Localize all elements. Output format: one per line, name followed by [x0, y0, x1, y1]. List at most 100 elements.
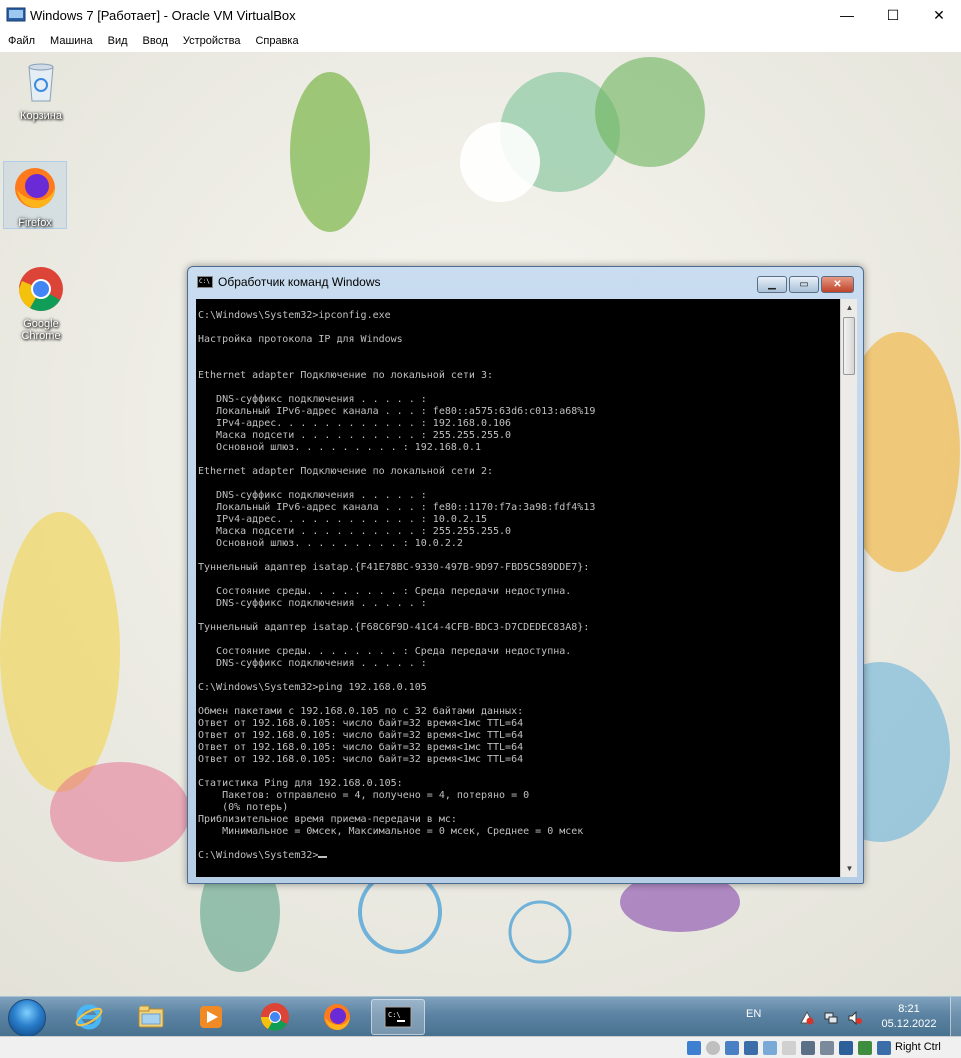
- show-desktop-button[interactable]: [950, 997, 961, 1037]
- chrome-icon: [19, 267, 63, 311]
- taskbar-firefox[interactable]: [310, 999, 364, 1035]
- console-line: Маска подсети . . . . . . . . . . : 255.…: [198, 526, 512, 537]
- cmd-window-title: Обработчик команд Windows: [218, 275, 381, 289]
- cmd-close-button[interactable]: ✕: [821, 276, 854, 293]
- language-indicator[interactable]: EN: [746, 1008, 761, 1020]
- mouse-integration-icon[interactable]: [858, 1041, 872, 1055]
- start-button[interactable]: [8, 999, 46, 1037]
- host-window-title: Windows 7 [Работает] - Oracle VM Virtual…: [30, 7, 296, 23]
- console-line: Пакетов: отправлено = 4, получено = 4, п…: [198, 790, 530, 801]
- menu-devices[interactable]: Устройства: [183, 35, 241, 47]
- desktop-icon-chrome[interactable]: Google Chrome: [9, 265, 73, 342]
- internet-explorer-icon: [75, 1004, 103, 1030]
- virtualbox-status-bar: Right Ctrl: [0, 1036, 961, 1058]
- network-icon[interactable]: [824, 1011, 838, 1025]
- scroll-up-arrow-icon[interactable]: ▲: [841, 299, 857, 316]
- guest-desktop[interactable]: Корзина Firefox Google Chrome C:\ Обрабо…: [0, 52, 961, 996]
- scroll-down-arrow-icon[interactable]: ▼: [841, 860, 857, 877]
- menu-bar: Файл Машина Вид Ввод Устройства Справка: [0, 30, 961, 52]
- cmd-window[interactable]: C:\ Обработчик команд Windows ▁ ▭ ✕ C:\W…: [187, 266, 864, 884]
- console-line: Основной шлюз. . . . . . . . . : 192.168…: [198, 442, 481, 453]
- console-line: (0% потерь): [198, 802, 289, 813]
- taskbar-clock[interactable]: 8:21 05.12.2022: [876, 1002, 942, 1032]
- console-line: Минимальное = 0мсек, Максимальное = 0 мс…: [198, 826, 584, 837]
- menu-input[interactable]: Ввод: [143, 35, 168, 47]
- taskbar-internet-explorer[interactable]: [62, 999, 116, 1035]
- console-line: IPv4-адрес. . . . . . . . . . . . : 10.0…: [198, 514, 487, 525]
- scroll-thumb[interactable]: [843, 317, 855, 375]
- console-line: Состояние среды. . . . . . . . : Среда п…: [198, 646, 572, 657]
- close-button[interactable]: ✕: [916, 0, 961, 30]
- virtualbox-icon: [6, 7, 26, 22]
- text-cursor: [318, 856, 328, 858]
- console-prompt-line: C:\Windows\System32>: [198, 850, 838, 862]
- console-line: Ответ от 192.168.0.105: число байт=32 вр…: [198, 754, 524, 765]
- action-center-icon[interactable]: [800, 1011, 814, 1025]
- desktop-icon-firefox[interactable]: Firefox: [3, 161, 67, 229]
- volume-muted-icon[interactable]: [848, 1011, 862, 1025]
- console-line: Туннельный адаптер isatap.{F41E78BC-9330…: [198, 562, 590, 573]
- taskbar-media-player[interactable]: [184, 999, 238, 1035]
- console-line: Локальный IPv6-адрес канала . . . : fe80…: [198, 406, 596, 417]
- recycle-bin-icon: [28, 63, 54, 102]
- audio-icon[interactable]: [725, 1041, 739, 1055]
- hard-disk-icon[interactable]: [687, 1041, 701, 1055]
- console-line: Маска подсети . . . . . . . . . . : 255.…: [198, 430, 512, 441]
- console-line: Локальный IPv6-адрес канала . . . : fe80…: [198, 502, 596, 513]
- console-scrollbar[interactable]: ▲ ▼: [840, 299, 857, 877]
- cmd-icon: C:\: [384, 1006, 412, 1028]
- menu-file[interactable]: Файл: [8, 35, 35, 47]
- maximize-button[interactable]: ☐: [870, 0, 916, 30]
- minimize-button[interactable]: —: [824, 0, 870, 30]
- taskbar-file-explorer[interactable]: [124, 999, 178, 1035]
- taskbar-chrome[interactable]: [248, 999, 302, 1035]
- cmd-minimize-button[interactable]: ▁: [757, 276, 787, 293]
- display-icon[interactable]: [801, 1041, 815, 1055]
- console-line: DNS-суффикс подключения . . . . . :: [198, 658, 427, 669]
- desktop-icon-recycle-bin[interactable]: Корзина: [9, 57, 73, 122]
- virtualization-icon[interactable]: [839, 1041, 853, 1055]
- media-player-icon: [200, 1006, 222, 1028]
- chrome-icon: [261, 1003, 289, 1031]
- console-line: Основной шлюз. . . . . . . . . : 10.0.2.…: [198, 538, 463, 549]
- optical-drive-icon[interactable]: [706, 1041, 720, 1055]
- menu-help[interactable]: Справка: [255, 35, 298, 47]
- host-key-label: Right Ctrl: [895, 1041, 941, 1053]
- console-line: IPv4-адрес. . . . . . . . . . . . : 192.…: [198, 418, 512, 429]
- host-titlebar: Windows 7 [Работает] - Oracle VM Virtual…: [0, 0, 961, 30]
- console-line: Ethernet adapter Подключение по локально…: [198, 466, 494, 477]
- svg-text:C:\: C:\: [388, 1011, 401, 1019]
- taskbar: C:\ EN 8:21 05.12.2022: [0, 996, 961, 1037]
- console-line: Статистика Ping для 192.168.0.105:: [198, 778, 403, 789]
- console-line: Состояние среды. . . . . . . . : Среда п…: [198, 586, 572, 597]
- menu-machine[interactable]: Машина: [50, 35, 93, 47]
- cmd-maximize-button[interactable]: ▭: [789, 276, 819, 293]
- console-line: DNS-суффикс подключения . . . . . :: [198, 598, 427, 609]
- video-capture-icon[interactable]: [820, 1041, 834, 1055]
- firefox-icon: [15, 168, 55, 208]
- network-adapter-icon[interactable]: [744, 1041, 758, 1055]
- console-area[interactable]: C:\Windows\System32>ipconfig.exe Настройк…: [196, 299, 857, 877]
- console-line: Настройка протокола IP для Windows: [198, 334, 403, 345]
- console-line: DNS-суффикс подключения . . . . . :: [198, 394, 427, 405]
- console-line: C:\Windows\System32>ipconfig.exe: [198, 310, 391, 321]
- desktop-icon-label: Корзина: [20, 110, 62, 122]
- menu-view[interactable]: Вид: [108, 35, 128, 47]
- shared-folders-icon[interactable]: [782, 1041, 796, 1055]
- console-output: C:\Windows\System32>ipconfig.exe Настройк…: [198, 310, 838, 862]
- clock-time: 8:21: [898, 1003, 920, 1015]
- usb-icon[interactable]: [763, 1041, 777, 1055]
- taskbar-cmd[interactable]: C:\: [371, 999, 425, 1035]
- keyboard-capture-icon[interactable]: [877, 1041, 891, 1055]
